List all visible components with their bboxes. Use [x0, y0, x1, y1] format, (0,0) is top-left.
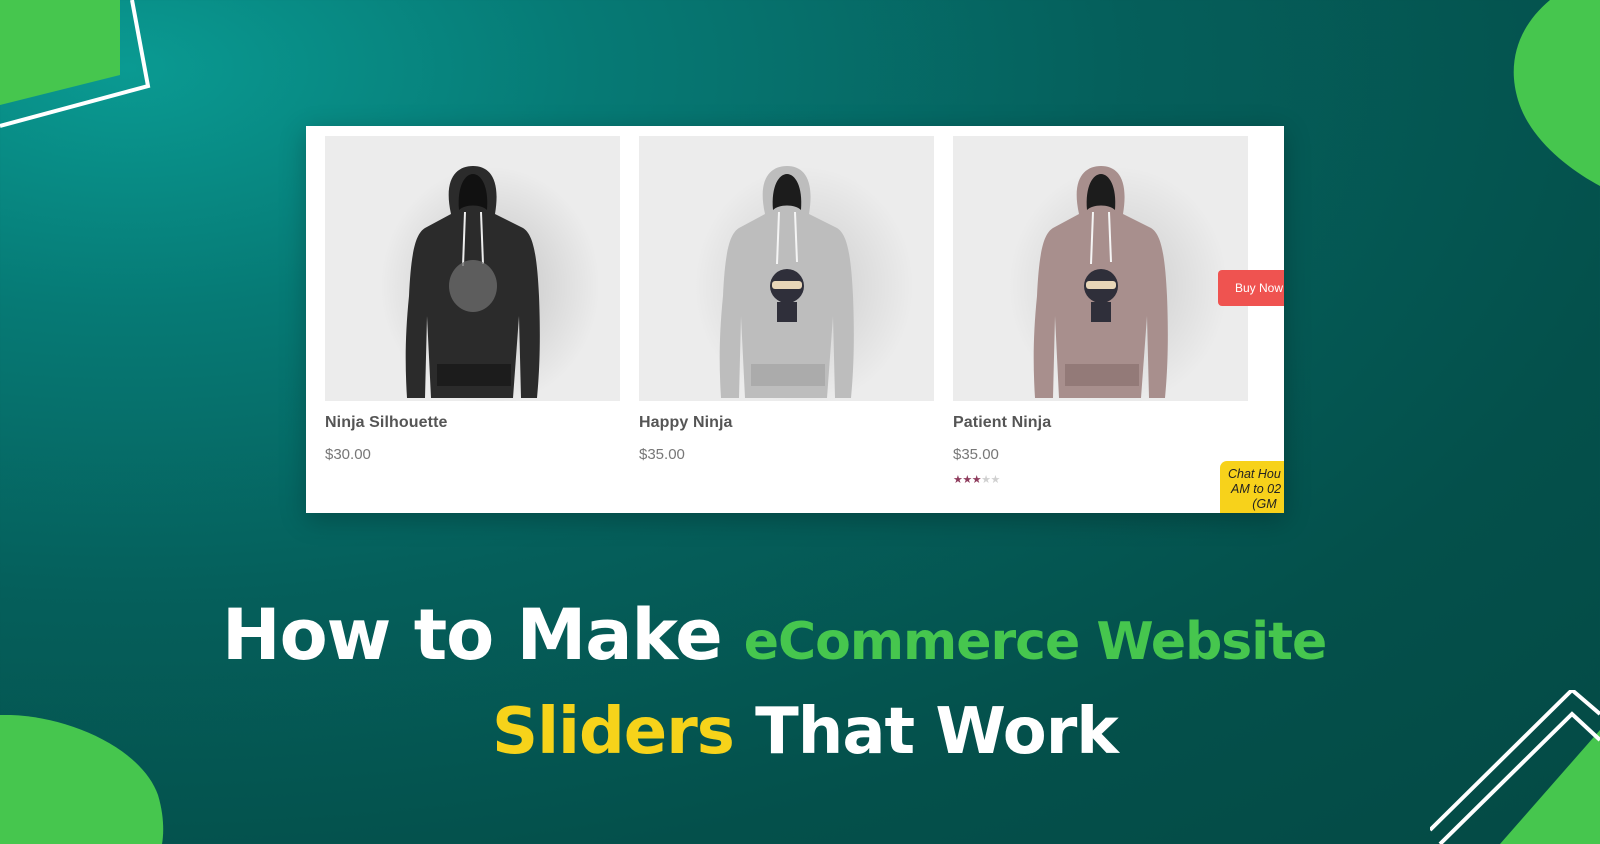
product-image[interactable] — [325, 136, 620, 401]
headline-accent-green: eCommerce Website — [743, 612, 1328, 672]
product-card-patient-ninja[interactable]: Patient Ninja $35.00 ★★★★★ — [953, 136, 1248, 486]
star-rating: ★★★★★ — [953, 473, 1248, 486]
star-filled-icon: ★ — [953, 473, 963, 486]
product-slider: Ninja Silhouette $30.00 Happy Ninja $35.… — [306, 126, 1284, 513]
star-empty-icon: ★ — [981, 473, 991, 486]
star-filled-icon: ★ — [971, 473, 982, 486]
star-filled-icon: ★ — [962, 473, 972, 486]
chat-hours-widget[interactable]: Chat Hou AM to 02 (GM — [1220, 461, 1284, 513]
decor-top-right-blob — [1513, 0, 1600, 186]
headline-accent-yellow: Sliders — [492, 695, 735, 769]
headline-text: That Work — [755, 695, 1119, 769]
headline-text: How to Make — [222, 594, 723, 676]
product-image[interactable] — [639, 136, 934, 401]
product-title[interactable]: Patient Ninja — [953, 414, 1248, 432]
headline-line-1: How to Make eCommerce Website — [222, 594, 1600, 676]
product-card-ninja-silhouette[interactable]: Ninja Silhouette $30.00 — [325, 136, 620, 463]
headline-line-2: Sliders That Work — [492, 695, 1600, 769]
buy-now-button[interactable]: Buy Now — [1218, 270, 1284, 306]
product-card-happy-ninja[interactable]: Happy Ninja $35.00 — [639, 136, 934, 463]
product-price: $35.00 — [953, 446, 999, 463]
decor-bottom-left-blob — [0, 715, 164, 844]
star-empty-icon: ★ — [990, 473, 1001, 486]
product-image[interactable] — [953, 136, 1248, 401]
product-price: $35.00 — [639, 446, 685, 463]
product-title[interactable]: Ninja Silhouette — [325, 414, 620, 432]
product-title[interactable]: Happy Ninja — [639, 414, 934, 432]
decor-top-left-shape — [0, 0, 151, 128]
product-price: $30.00 — [325, 446, 371, 463]
